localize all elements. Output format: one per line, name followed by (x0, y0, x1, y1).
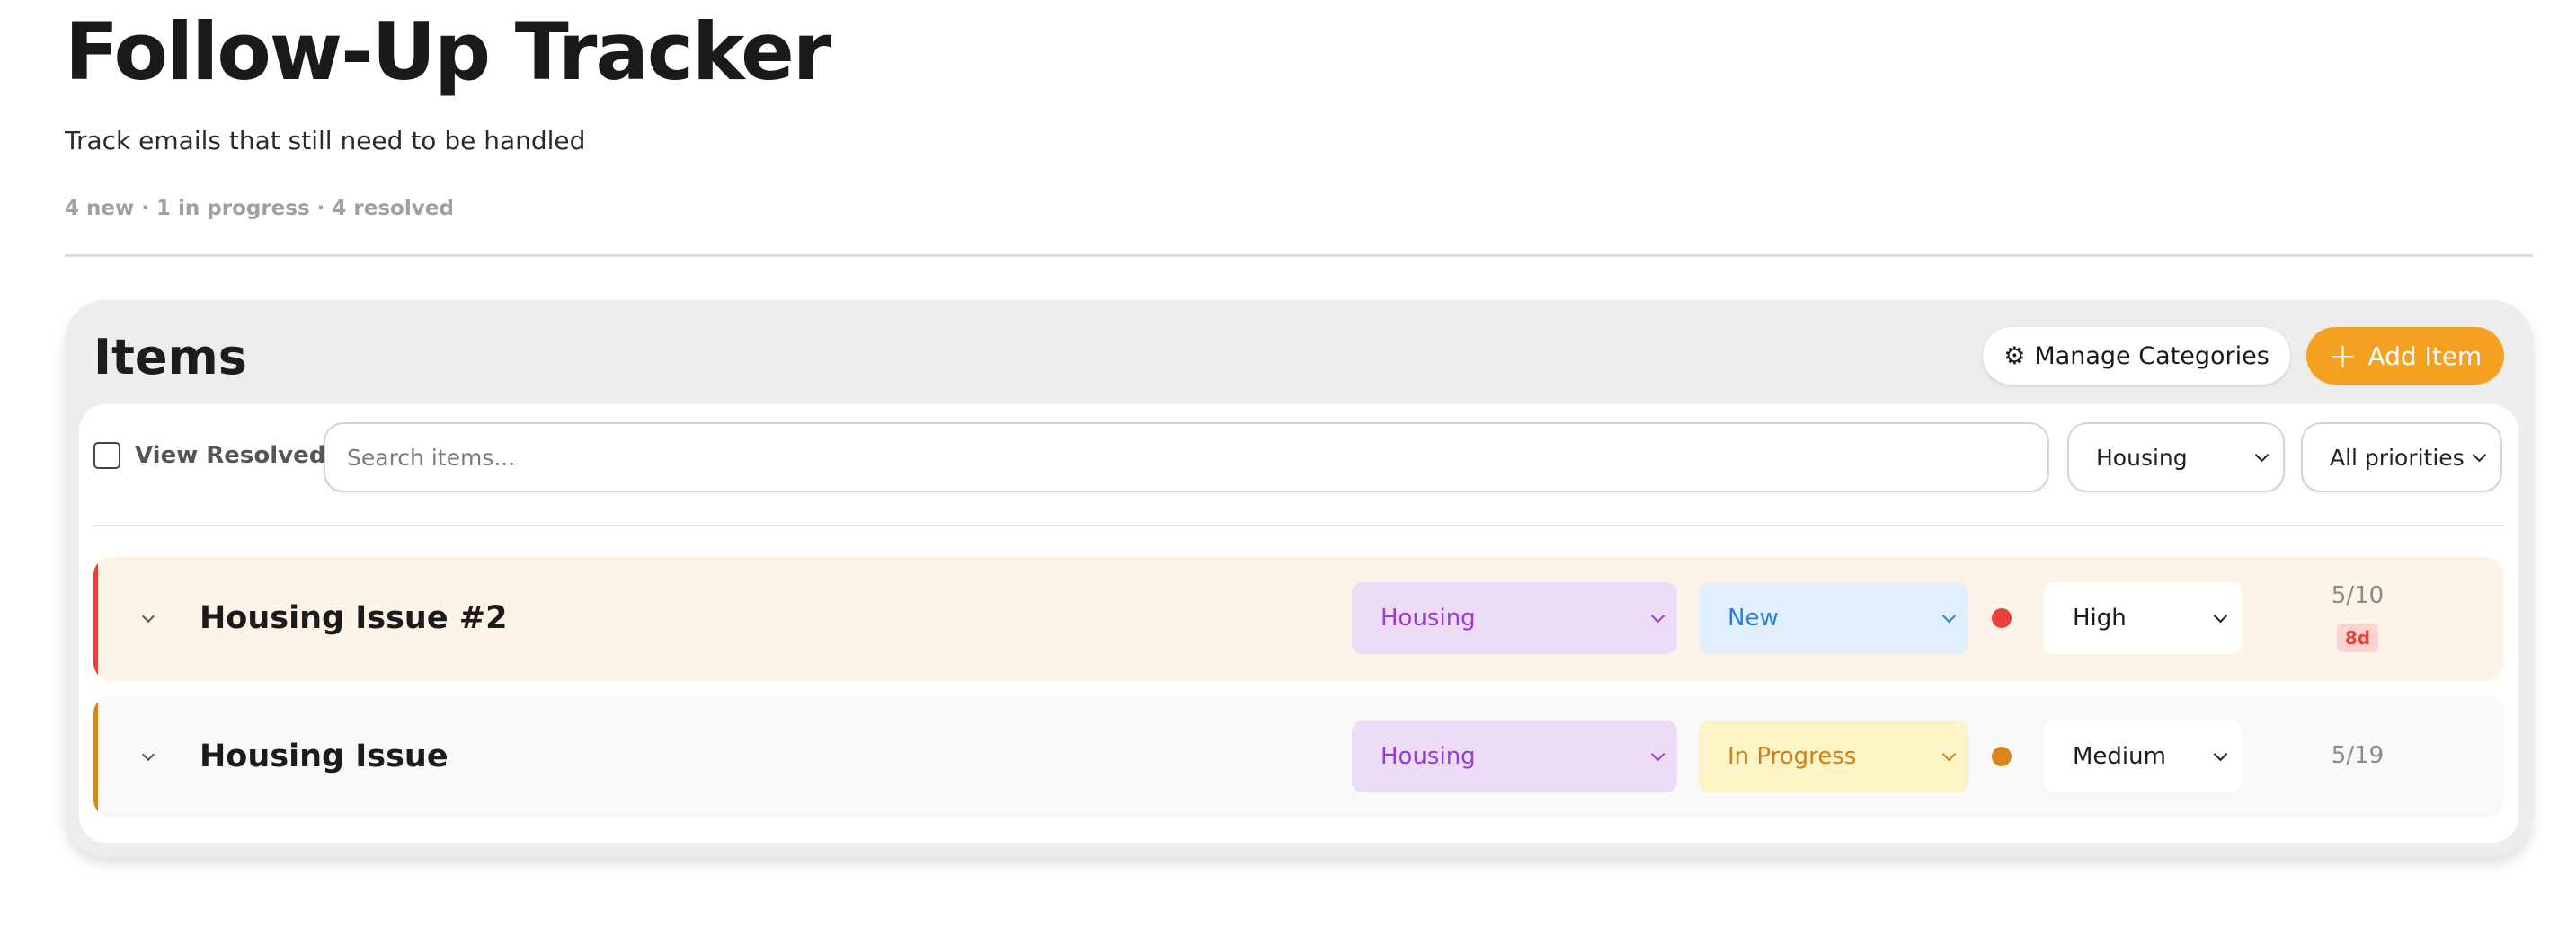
items-list-container: View Resolved Search items... Housing Al… (79, 404, 2518, 843)
item-priority-select[interactable]: High (2044, 582, 2242, 654)
priority-dot-icon (1992, 608, 2012, 628)
view-resolved-checkbox[interactable] (93, 442, 120, 469)
view-resolved-toggle[interactable]: View Resolved (93, 442, 325, 469)
panel-title: Items (93, 329, 247, 385)
chevron-down-icon (1941, 608, 1957, 623)
add-item-button[interactable]: + Add Item (2306, 327, 2504, 385)
item-category-select[interactable]: Housing (1352, 582, 1677, 654)
item-status-select[interactable]: New (1699, 582, 1968, 654)
item-date: 5/19 (2331, 742, 2385, 769)
expand-chevron-icon[interactable] (141, 607, 164, 627)
item-row[interactable]: Housing Issue Housing In Progress Medium… (93, 695, 2504, 818)
priority-accent-bar (93, 557, 98, 681)
item-row[interactable]: Housing Issue #2 Housing New High 5/10 8… (93, 557, 2504, 681)
manage-categories-label: Manage Categories (2034, 341, 2270, 370)
page-title: Follow-Up Tracker (65, 5, 831, 98)
priority-accent-bar (93, 695, 98, 818)
age-badge: 8d (2337, 624, 2378, 652)
chevron-down-icon (2472, 447, 2487, 462)
view-resolved-label: View Resolved (135, 442, 326, 469)
gear-icon: ⚙ (2003, 341, 2026, 370)
priority-filter-value: All priorities (2330, 444, 2465, 471)
search-input[interactable]: Search items... (324, 422, 2049, 492)
priority-dot-icon (1992, 747, 2012, 766)
plus-icon: + (2328, 336, 2358, 376)
chevron-down-icon (1650, 608, 1666, 623)
priority-filter-select[interactable]: All priorities (2301, 422, 2502, 492)
category-filter-select[interactable]: Housing (2067, 422, 2285, 492)
page-subtitle: Track emails that still need to be handl… (65, 126, 586, 155)
status-summary: 4 new · 1 in progress · 4 resolved (65, 197, 454, 220)
items-panel: Items ⚙ Manage Categories + Add Item Vie… (65, 300, 2533, 857)
item-status-select[interactable]: In Progress (1699, 721, 1968, 792)
item-priority-value: High (2073, 605, 2127, 632)
list-divider (93, 525, 2504, 526)
item-date: 5/10 (2331, 582, 2385, 609)
chevron-down-icon (1941, 747, 1957, 761)
item-priority-value: Medium (2073, 743, 2166, 770)
item-category-value: Housing (1381, 605, 1476, 632)
search-placeholder: Search items... (347, 444, 516, 471)
manage-categories-button[interactable]: ⚙ Manage Categories (1983, 327, 2290, 385)
category-filter-value: Housing (2096, 444, 2188, 471)
item-status-value: New (1728, 605, 1779, 632)
item-category-value: Housing (1381, 743, 1476, 770)
item-title: Housing Issue #2 (200, 600, 508, 636)
chevron-down-icon (2213, 747, 2228, 761)
item-priority-select[interactable]: Medium (2044, 721, 2242, 792)
add-item-label: Add Item (2367, 341, 2483, 371)
item-status-value: In Progress (1728, 743, 1857, 770)
header-divider (65, 254, 2533, 257)
chevron-down-icon (2254, 447, 2270, 462)
item-title: Housing Issue (200, 739, 449, 774)
expand-chevron-icon[interactable] (141, 746, 164, 765)
chevron-down-icon (1650, 747, 1666, 761)
chevron-down-icon (2213, 608, 2228, 623)
item-category-select[interactable]: Housing (1352, 721, 1677, 792)
